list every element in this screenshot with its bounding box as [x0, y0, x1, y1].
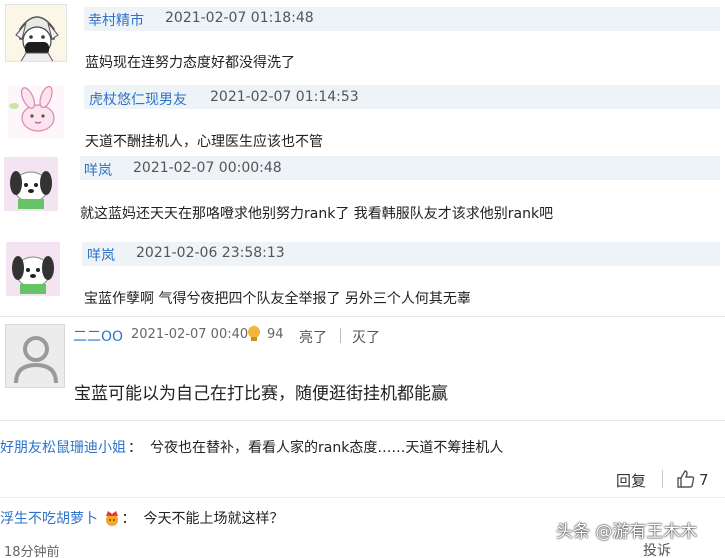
- like-count: 94: [267, 327, 284, 342]
- default-avatar[interactable]: [5, 324, 65, 388]
- avatar[interactable]: [4, 157, 58, 211]
- reply-text: 今天不能上场就这样？: [143, 511, 284, 527]
- reply-item: 浮生不吃胡萝卜 ： 今天不能上场就这样？: [0, 508, 283, 528]
- comment-username[interactable]: 咩岚: [87, 245, 115, 265]
- comment-username[interactable]: 咩岚: [84, 160, 112, 180]
- comment-text: 蓝妈现在连努力态度好都没得洗了: [85, 55, 295, 71]
- action-divider: [340, 328, 341, 343]
- reply-text: 兮夜也在替补，看看人家的rank态度……天道不筹挂机人: [150, 440, 504, 456]
- comment-text: 宝蓝作孽啊 气得兮夜把四个队友全举报了 另外三个人何其无辜: [84, 291, 471, 307]
- comment-username[interactable]: 幸村精市: [88, 10, 144, 30]
- crown-icon: [103, 510, 121, 526]
- comment-text: 就这蓝妈还天天在那咯噔求他别努力rank了 我看韩服队友才该求他别rank吧: [80, 206, 554, 222]
- reply-separator: ：: [121, 511, 136, 527]
- time-ago: 18分钟前: [4, 545, 60, 558]
- divider: [0, 497, 725, 498]
- thumbs-up-icon[interactable]: [676, 469, 696, 489]
- main-comment-timestamp: 2021-02-07 00:40: [131, 327, 249, 342]
- dislike-button[interactable]: 灭了: [352, 327, 380, 347]
- comment-timestamp: 2021-02-07 01:18:48: [165, 10, 314, 26]
- reply-item: 好朋友松鼠珊迪小姐： 兮夜也在替补，看看人家的rank态度……天道不筹挂机人: [0, 437, 503, 457]
- lightbulb-icon: [246, 325, 262, 343]
- avatar[interactable]: [8, 86, 64, 138]
- comment-text: 天道不酬挂机人，心理医生应该也不管: [85, 134, 323, 150]
- thumbs-up-count: 7: [699, 471, 709, 489]
- report-button[interactable]: 投诉: [643, 540, 671, 558]
- main-comment-username[interactable]: 二二OO: [73, 326, 123, 346]
- reply-username[interactable]: 好朋友松鼠珊迪小姐: [0, 440, 126, 456]
- divider: [0, 420, 725, 421]
- comment-timestamp: 2021-02-07 00:00:48: [133, 160, 282, 176]
- avatar[interactable]: [5, 4, 67, 62]
- comment-timestamp: 2021-02-06 23:58:13: [136, 245, 285, 261]
- comment-username[interactable]: 虎杖悠仁现男友: [89, 89, 187, 109]
- reply-button[interactable]: 回复: [616, 470, 646, 491]
- avatar[interactable]: [6, 242, 60, 296]
- comment-timestamp: 2021-02-07 01:14:53: [210, 89, 359, 105]
- main-comment-text: 宝蓝可能以为自己在打比赛，随便逛街挂机都能赢: [74, 384, 448, 404]
- reply-separator: ：: [128, 440, 142, 456]
- action-divider: [662, 470, 663, 488]
- like-button[interactable]: 亮了: [299, 327, 327, 347]
- reply-username[interactable]: 浮生不吃胡萝卜: [0, 511, 98, 527]
- watermark: 头条 @游有王木木: [556, 522, 698, 542]
- divider: [0, 316, 725, 317]
